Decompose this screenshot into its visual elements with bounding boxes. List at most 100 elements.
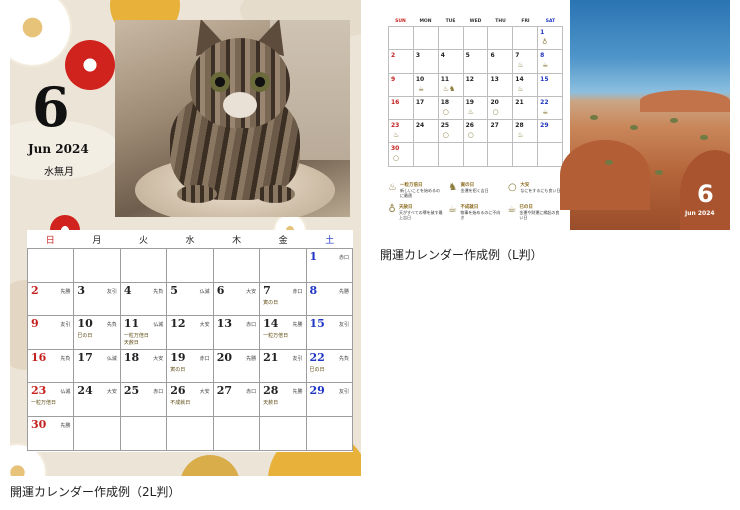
calendar-week: 16 先負 17 仏滅 18 大安 19 赤口 寅の日 20 先勝 21 友引 22 先負 巳の日 (28, 349, 353, 384)
day-number: 10 (415, 75, 425, 83)
weekday-label: WED (469, 18, 482, 24)
day-number: 20 (490, 98, 499, 106)
day-cell: 15 (538, 73, 564, 97)
day-cell (538, 143, 564, 167)
legend-text: 不成就日 物事を始めるのに不向き (460, 205, 503, 220)
day-number: 9 (391, 75, 396, 83)
day-cell: 16 先負 (28, 349, 75, 384)
weekday-label: SAT (545, 18, 556, 24)
lucky-day-legend: ♨ 一粒万倍日 新しいことを始めるのに最適 ♞ 寅の日 金運を招く吉日 ○ 大安 なにをするにも… (388, 183, 563, 221)
calendar-grid-l: SUN MON TUE WED THU FRI SAT 1 ♁ 2 3 4 5 6 7 ♨ 8 ☕ 9 10 ☕ 11 ♨… (388, 16, 564, 167)
day-cell (28, 249, 75, 283)
day-cell: 10 ☕ (413, 73, 439, 97)
lucky-day-icon: ○ (442, 107, 449, 116)
legend-description: なにをするにも良い日 (520, 188, 561, 193)
day-number: 25 (440, 122, 450, 130)
day-cell: 8 先勝 (306, 282, 353, 317)
day-cell (213, 416, 261, 451)
rokuyo-label: 赤口 (153, 389, 164, 396)
day-cell: 3 (413, 50, 439, 74)
rokuyo-label: 友引 (338, 322, 349, 329)
lucky-day-label: 不成就日 (170, 400, 191, 407)
day-cell: 11 仏滅 一粒万倍日 天赦日 (120, 316, 168, 350)
lucky-day-notes: 一粒万倍日 天赦日 (124, 333, 149, 347)
lucky-day-label: 一粒万倍日 (31, 400, 57, 407)
day-cell: 24 大安 (74, 383, 121, 417)
red-flower-decoration (65, 40, 115, 90)
day-cell (167, 416, 214, 451)
day-number: 17 (77, 350, 93, 364)
kitten-photo (115, 20, 350, 217)
day-number: 26 (170, 384, 186, 398)
day-number: 5 (465, 52, 470, 60)
rokuyo-label: 先勝 (338, 288, 349, 295)
day-cell (463, 143, 489, 167)
legend-item: ○ 大安 なにをするにも良い日 (507, 183, 563, 198)
day-cell: 28 ♨ (513, 120, 539, 144)
day-cell: 14 先勝 一粒万倍日 (260, 316, 307, 350)
rokuyo-label: 大安 (246, 288, 257, 295)
day-number: 12 (465, 75, 474, 83)
day-number: 22 (309, 350, 325, 364)
lucky-day-icon: ☕ (542, 61, 549, 70)
rokuyo-label: 友引 (292, 355, 303, 362)
lucky-day-label: 寅の日 (170, 366, 186, 373)
day-cell (438, 27, 464, 51)
day-cell: 7 赤口 寅の日 (260, 282, 307, 317)
weekday-label: TUE (445, 18, 456, 24)
weekday-label: 火 (138, 235, 148, 246)
lucky-day-notes: 一粒万倍日 (263, 333, 288, 340)
legend-description: 天がすべての罪を赦す最上吉日 (399, 210, 443, 220)
day-cell: 18 ○ (438, 96, 464, 121)
calendar-weeks: 1 赤口 2 先勝 3 友引 4 先負 5 仏滅 6 大安 7 赤口 寅の日 8 先勝 9 友引 10 先負 巳の日 11 仏… (27, 248, 353, 451)
gold-circle-decoration (180, 455, 240, 476)
day-cell: 14 ♨ (513, 73, 539, 97)
lucky-day-icon: ○ (467, 131, 474, 140)
lucky-day-label: 天赦日 (123, 340, 139, 347)
day-number: 5 (170, 283, 178, 297)
weekday-label: 日 (45, 235, 55, 246)
white-flower-decoration (10, 0, 70, 65)
day-cell: 10 先負 巳の日 (74, 316, 121, 350)
lucky-day-label: 一粒万倍日 (263, 333, 289, 340)
day-number: 4 (123, 283, 132, 297)
rokuyo-label: 先負 (60, 355, 71, 362)
calendar-grid-2l: 日月火水木金土 1 赤口 2 先勝 3 友引 4 先負 5 仏滅 6 大安 7 赤口 寅の日 8 先勝 9 友引 10… (27, 230, 353, 452)
day-cell: 19 赤口 寅の日 (167, 349, 214, 384)
month-year-label: Jun 2024 (685, 210, 715, 217)
day-number: 30 (391, 145, 400, 153)
lucky-day-icon: ○ (492, 107, 499, 116)
rokuyo-label: 先勝 (60, 288, 71, 295)
day-number: 13 (216, 317, 232, 331)
legend-item: ♁ 天赦日 天がすべての罪を赦す最上吉日 (388, 205, 444, 221)
weekday-label: FRI (521, 18, 530, 24)
calendar-weeks: 1 ♁ 2 3 4 5 6 7 ♨ 8 ☕ 9 10 ☕ 11 ♨♞ 12 13 14 ♨ 15 16 17 18 ○ 19 ♨ 20… (388, 26, 564, 167)
rokuyo-label: 大安 (199, 389, 210, 396)
day-cell: 21 (513, 96, 539, 121)
day-number: 8 (540, 52, 545, 60)
day-cell: 2 先勝 (28, 282, 75, 317)
day-number: 6 (216, 283, 225, 297)
day-cell: 22 ☕ (538, 96, 564, 121)
legend-text: 巳の日 金運や財運に縁起の良い日 (519, 205, 563, 220)
day-cell: 11 ♨♞ (438, 73, 464, 97)
day-cell: 6 大安 (213, 282, 261, 317)
day-cell: 26 大安不成就日 (167, 383, 214, 417)
day-cell: 25 ○ (438, 120, 464, 144)
rokuyo-label: 赤口 (338, 255, 349, 261)
legend-description: 新しいことを始めるのに最適 (399, 188, 440, 198)
day-number: 3 (77, 283, 86, 297)
lucky-day-label: 巳の日 (309, 366, 325, 373)
day-number: 7 (515, 52, 520, 60)
day-cell: 28 先勝 天赦日 (260, 383, 307, 417)
day-cell (513, 143, 539, 167)
day-cell (120, 249, 168, 283)
legend-icon: ☕ (507, 204, 517, 215)
day-number: 18 (440, 98, 450, 106)
month-japanese-name: 水無月 (44, 167, 74, 178)
day-cell (74, 249, 121, 283)
weekday-header: SUN MON TUE WED THU FRI SAT (388, 16, 563, 26)
day-cell: 2 (389, 50, 414, 74)
day-number: 27 (490, 122, 499, 130)
day-number: 16 (391, 98, 400, 106)
